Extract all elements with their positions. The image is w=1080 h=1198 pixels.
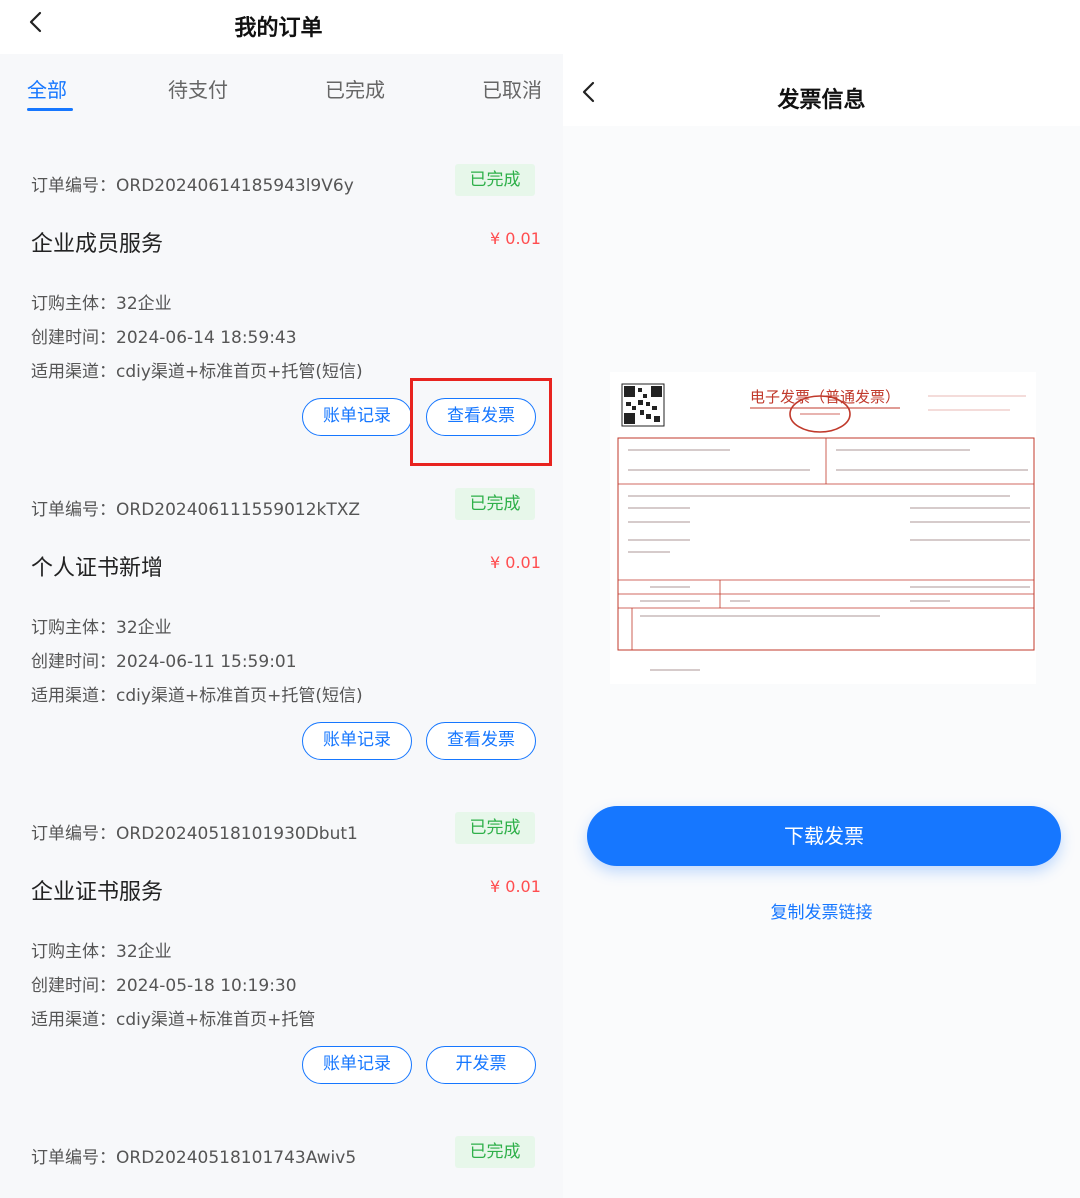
order-number: 订单编号：ORD20240614185943l9V6y (31, 176, 354, 196)
view-invoice-button[interactable]: 查看发票 (426, 722, 536, 760)
product-name: 企业成员服务 (31, 232, 164, 257)
page-title-text: 我的订单 (234, 16, 323, 41)
order-number: 订单编号：ORD20240518101930Dbut1 (31, 824, 358, 844)
download-invoice-button[interactable]: 下载发票 (587, 806, 1061, 866)
order-price: ¥ 0.01 (490, 877, 541, 896)
tab-completed[interactable]: 已完成 (325, 74, 385, 103)
order-created-time: 创建时间：2024-06-11 15:59:01 (31, 652, 297, 672)
status-badge: 已完成 (455, 164, 535, 196)
qr-code-icon (621, 383, 665, 427)
order-number: 订单编号：ORD20240518101743Awiv5 (31, 1148, 357, 1168)
bill-records-button[interactable]: 账单记录 (302, 722, 412, 760)
product-name: 个人证书新增 (31, 556, 164, 581)
tab-all[interactable]: 全部 (27, 74, 67, 103)
order-tabs: 全部 待支付 已完成 已取消 (0, 54, 563, 124)
invoice-body: 电子发票（普通发票） 下载发票 复制发票链接 (563, 126, 1080, 1198)
highlight-annotation-box (410, 378, 552, 466)
status-badge: 已完成 (455, 812, 535, 844)
issue-invoice-button[interactable]: 开发票 (426, 1046, 536, 1084)
orders-header: 我的订单 (0, 0, 563, 54)
orders-panel: 我的订单 全部 待支付 已完成 已取消 订单编号：ORD202406141859… (0, 0, 563, 1198)
invoice-document-graphic: 电子发票（普通发票） (617, 383, 1035, 671)
copy-invoice-link[interactable]: 复制发票链接 (563, 898, 1080, 923)
invoice-preview-image: 电子发票（普通发票） (610, 372, 1036, 684)
bill-records-button[interactable]: 账单记录 (302, 1046, 412, 1084)
order-price: ¥ 0.01 (490, 229, 541, 248)
bill-records-button[interactable]: 账单记录 (302, 398, 412, 436)
order-price: ¥ 0.01 (490, 553, 541, 572)
status-badge: 已完成 (455, 488, 535, 520)
invoice-page-title: 发票信息 (777, 88, 866, 113)
tab-pending-payment[interactable]: 待支付 (168, 74, 228, 103)
invoice-panel: 发票信息 电子发票（普通发票） 下载发票 复制发票链接 (563, 54, 1080, 1198)
active-tab-indicator (27, 108, 73, 111)
order-subject: 订购主体：32企业 (31, 942, 172, 962)
order-created-time: 创建时间：2024-06-14 18:59:43 (31, 328, 297, 348)
order-subject: 订购主体：32企业 (31, 294, 172, 314)
order-channel: 适用渠道：cdiy渠道+标准首页+托管(短信) (31, 362, 363, 382)
status-badge: 已完成 (455, 1136, 535, 1168)
tab-cancelled[interactable]: 已取消 (482, 74, 542, 103)
page-title: 我的订单 (0, 10, 563, 42)
order-channel: 适用渠道：cdiy渠道+标准首页+托管 (31, 1010, 316, 1030)
order-subject: 订购主体：32企业 (31, 618, 172, 638)
order-created-time: 创建时间：2024-05-18 10:19:30 (31, 976, 297, 996)
product-name: 企业证书服务 (31, 880, 164, 905)
invoice-header: 发票信息 (563, 54, 1080, 126)
invoice-title-text: 电子发票（普通发票） (750, 389, 900, 406)
order-number: 订单编号：ORD202406111559012kTXZ (31, 500, 361, 520)
order-channel: 适用渠道：cdiy渠道+标准首页+托管(短信) (31, 686, 363, 706)
